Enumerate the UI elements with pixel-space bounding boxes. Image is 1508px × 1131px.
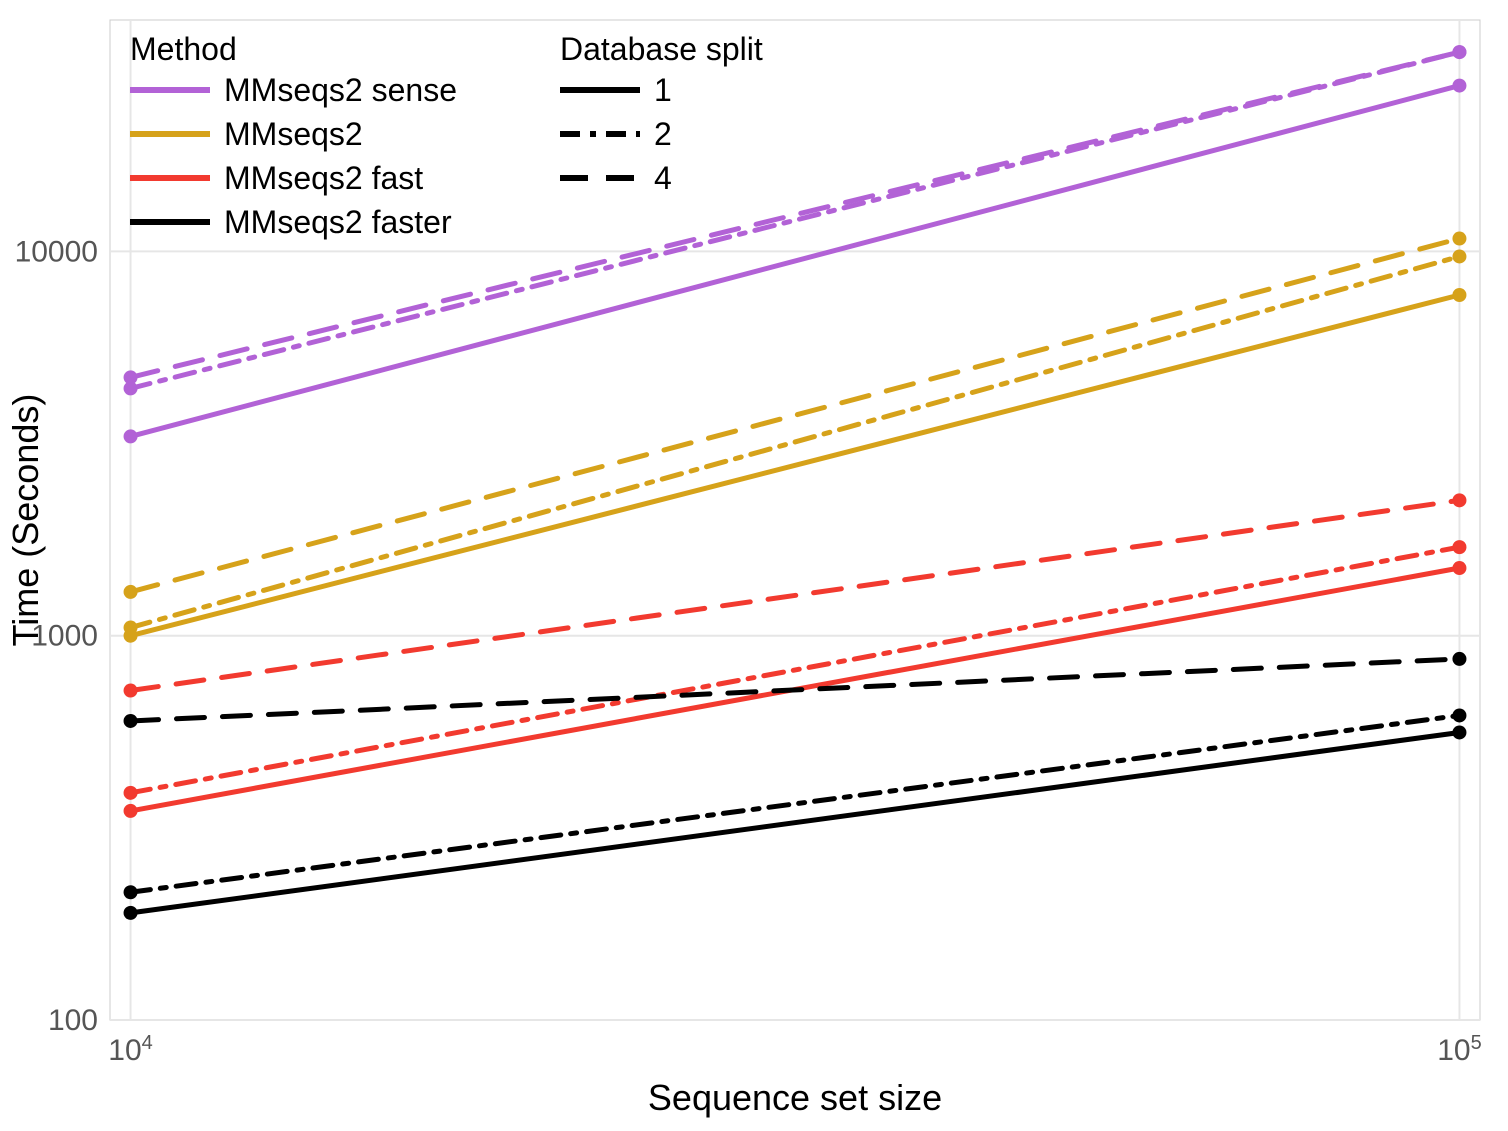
data-point (1452, 652, 1466, 666)
x-tick-label: 104 (108, 1032, 153, 1067)
y-tick-label: 10000 (15, 235, 98, 268)
legend-split-label: 4 (654, 160, 672, 196)
y-tick-label: 100 (48, 1004, 98, 1037)
data-point (1452, 725, 1466, 739)
data-point (124, 906, 138, 920)
y-axis-label: Time (Seconds) (5, 394, 46, 647)
legend-split-label: 2 (654, 116, 672, 152)
data-point (124, 429, 138, 443)
data-point (1452, 493, 1466, 507)
legend-split-label: 1 (654, 72, 672, 108)
legend-method-label: MMseqs2 sense (224, 72, 457, 108)
data-point (124, 621, 138, 635)
legend-split-title: Database split (560, 31, 763, 67)
data-point (1452, 288, 1466, 302)
data-point (124, 585, 138, 599)
data-point (124, 885, 138, 899)
data-point (124, 370, 138, 384)
data-point (1452, 45, 1466, 59)
data-point (124, 684, 138, 698)
data-point (124, 786, 138, 800)
data-point (124, 714, 138, 728)
line-chart: 100100010000104105Time (Seconds)Sequence… (0, 0, 1508, 1131)
x-axis-label: Sequence set size (648, 1077, 942, 1118)
x-tick-label: 105 (1437, 1032, 1482, 1067)
data-point (1452, 708, 1466, 722)
legend-method-label: MMseqs2 fast (224, 160, 423, 196)
data-point (1452, 249, 1466, 263)
legend-method-label: MMseqs2 faster (224, 204, 452, 240)
data-point (1452, 561, 1466, 575)
data-point (1452, 79, 1466, 93)
chart-container: 100100010000104105Time (Seconds)Sequence… (0, 0, 1508, 1131)
data-point (1452, 540, 1466, 554)
legend-method-title: Method (130, 31, 237, 67)
data-point (1452, 232, 1466, 246)
legend-method-label: MMseqs2 (224, 116, 363, 152)
data-point (124, 804, 138, 818)
